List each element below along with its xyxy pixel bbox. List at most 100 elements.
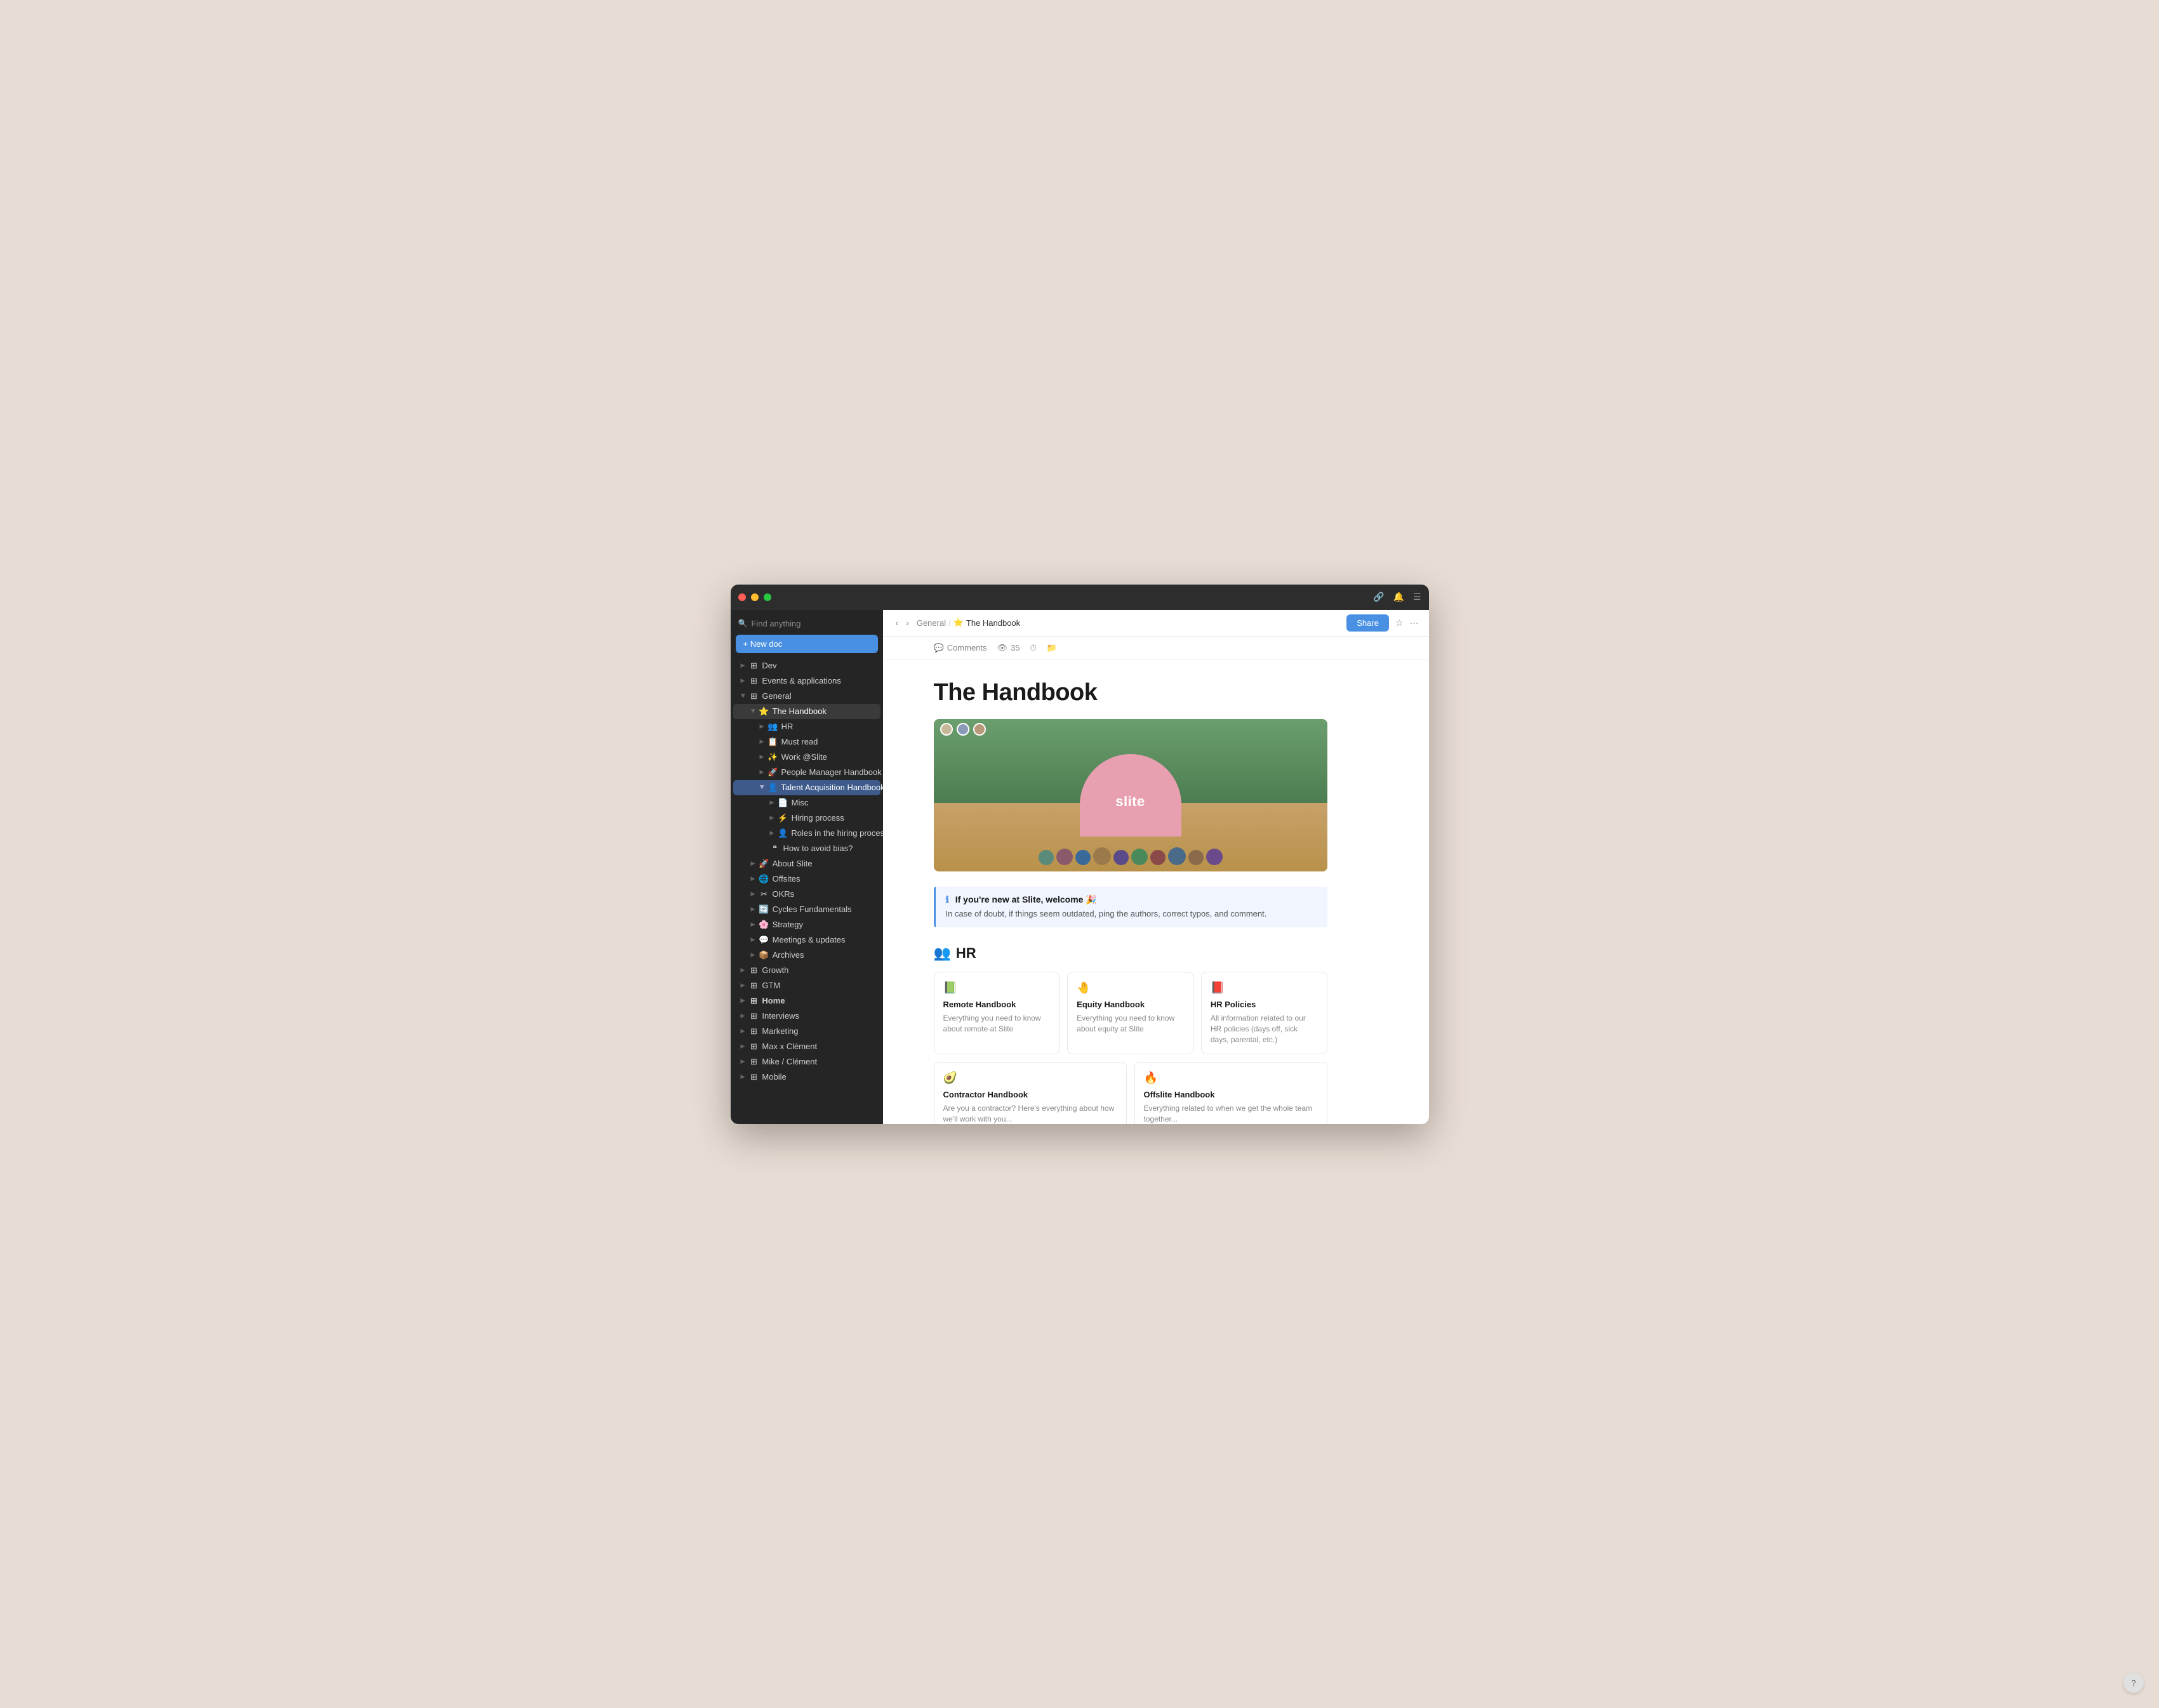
share-button[interactable]: Share xyxy=(1346,614,1389,632)
sidebar-item-home[interactable]: ▶ ⊞ Home xyxy=(733,993,880,1009)
sidebar-item-label: Strategy xyxy=(773,920,803,929)
sidebar-item-dev[interactable]: ▶ ⊞ Dev xyxy=(733,658,880,673)
sidebar-item-hiring-process[interactable]: ▶ ⚡ Hiring process xyxy=(733,811,880,826)
chevron-icon: ▶ xyxy=(760,753,764,760)
menu-icon[interactable]: ☰ xyxy=(1413,592,1421,602)
sidebar-item-people-manager[interactable]: ▶ 🚀 People Manager Handbook xyxy=(733,765,880,780)
chevron-icon: ▶ xyxy=(741,967,745,974)
sidebar-item-offsites[interactable]: ▶ 🌐 Offsites xyxy=(733,871,880,887)
card-hr-policies[interactable]: 📕 HR Policies All information related to… xyxy=(1201,972,1327,1054)
sidebar-item-label: People Manager Handbook xyxy=(781,767,881,777)
meetings-icon: 💬 xyxy=(759,935,769,945)
chevron-icon: ▶ xyxy=(741,1073,745,1080)
bell-icon[interactable]: 🔔 xyxy=(1393,592,1404,602)
sidebar-item-work-slite[interactable]: ▶ ✨ Work @Slite xyxy=(733,750,880,765)
info-box-title: ℹ If you're new at Slite, welcome 🎉 xyxy=(946,894,1317,905)
card-contractor-handbook[interactable]: 🥑 Contractor Handbook Are you a contract… xyxy=(934,1062,1127,1123)
card-remote-handbook[interactable]: 📗 Remote Handbook Everything you need to… xyxy=(934,972,1060,1054)
sidebar-item-roles-hiring[interactable]: ▶ 👤 Roles in the hiring process xyxy=(733,826,880,841)
top-avatar xyxy=(940,723,953,736)
handbook-icon: ⭐ xyxy=(759,706,769,717)
avatar xyxy=(1188,850,1204,865)
cards-grid-2: 🥑 Contractor Handbook Are you a contract… xyxy=(934,1062,1327,1123)
back-button[interactable]: ‹ xyxy=(893,616,901,629)
card-icon: 🥑 xyxy=(943,1071,1117,1085)
topbar-actions: Share ☆ ··· xyxy=(1346,614,1418,632)
sidebar-item-mobile[interactable]: ▶ ⊞ Mobile xyxy=(733,1069,880,1085)
slite-logo: slite xyxy=(1115,793,1145,810)
folder-icon: 📁 xyxy=(1047,643,1057,653)
avatar xyxy=(1039,850,1054,865)
avatar xyxy=(1075,850,1091,865)
sidebar-item-label: Talent Acquisition Handbook xyxy=(781,783,882,792)
sidebar-item-label: Events & applications xyxy=(762,676,840,685)
chevron-icon: ▶ xyxy=(758,785,765,790)
comments-meta[interactable]: 💬 Comments xyxy=(934,643,987,653)
views-meta[interactable]: 👁 35 xyxy=(997,643,1020,653)
sidebar-item-general[interactable]: ▶ ⊞ General xyxy=(733,689,880,704)
sidebar-item-archives[interactable]: ▶ 📦 Archives xyxy=(733,948,880,963)
chevron-icon: ▶ xyxy=(760,769,764,776)
sidebar-item-gtm[interactable]: ▶ ⊞ GTM xyxy=(733,978,880,993)
forward-button[interactable]: › xyxy=(903,616,912,629)
folder-meta[interactable]: 📁 xyxy=(1047,643,1057,653)
comments-label: Comments xyxy=(947,643,987,652)
sidebar-item-max-clement[interactable]: ▶ ⊞ Max x Clément xyxy=(733,1039,880,1054)
avatar xyxy=(1131,849,1148,865)
card-equity-handbook[interactable]: 🤚 Equity Handbook Everything you need to… xyxy=(1067,972,1193,1054)
card-icon: 🔥 xyxy=(1144,1071,1318,1085)
app-window: 🔗 🔔 ☰ 🔍 Find anything + New doc ▶ ⊞ Dev … xyxy=(731,585,1429,1124)
avatar xyxy=(1113,850,1129,865)
chevron-icon: ▶ xyxy=(770,830,774,837)
minimize-button[interactable] xyxy=(751,593,759,601)
sidebar-item-misc[interactable]: ▶ 📄 Misc xyxy=(733,795,880,811)
sidebar-item-hr[interactable]: ▶ 👥 HR xyxy=(733,719,880,734)
sidebar-item-label: Must read xyxy=(781,737,818,746)
about-icon: 🚀 xyxy=(759,859,769,869)
views-count: 35 xyxy=(1011,643,1020,652)
sidebar-item-mike[interactable]: ▶ ⊞ Mike / Clément xyxy=(733,1054,880,1069)
sidebar-item-label: Max x Clément xyxy=(762,1042,817,1051)
link-icon[interactable]: 🔗 xyxy=(1373,592,1384,602)
sidebar-item-about-slite[interactable]: ▶ 🚀 About Slite xyxy=(733,856,880,871)
sidebar-item-avoid-bias[interactable]: ❝ How to avoid bias? xyxy=(733,841,880,856)
sidebar-item-meetings[interactable]: ▶ 💬 Meetings & updates xyxy=(733,932,880,948)
sidebar-item-okrs[interactable]: ▶ ✂ OKRs xyxy=(733,887,880,902)
close-button[interactable] xyxy=(738,593,746,601)
chevron-icon: ▶ xyxy=(741,1012,745,1019)
sidebar-item-strategy[interactable]: ▶ 🌸 Strategy xyxy=(733,917,880,932)
offsites-icon: 🌐 xyxy=(759,874,769,884)
top-avatar xyxy=(973,723,986,736)
sidebar-item-must-read[interactable]: ▶ 📋 Must read xyxy=(733,734,880,750)
sidebar-item-label: About Slite xyxy=(773,859,813,868)
sidebar-item-cycles[interactable]: ▶ 🔄 Cycles Fundamentals xyxy=(733,902,880,917)
content-area: 💬 Comments 👁 35 ⏱ 📁 Th xyxy=(883,637,1429,1124)
more-icon[interactable]: ··· xyxy=(1410,618,1419,628)
sidebar-item-label: Archives xyxy=(773,950,804,960)
maximize-button[interactable] xyxy=(764,593,771,601)
sidebar-item-label: Home xyxy=(762,996,785,1005)
card-title: Contractor Handbook xyxy=(943,1090,1117,1099)
timer-meta[interactable]: ⏱ xyxy=(1030,643,1037,653)
avatar xyxy=(1150,850,1166,865)
card-desc: Everything you need to know about equity… xyxy=(1077,1013,1184,1035)
sidebar-item-events[interactable]: ▶ ⊞ Events & applications xyxy=(733,673,880,689)
card-offslite-handbook[interactable]: 🔥 Offslite Handbook Everything related t… xyxy=(1134,1062,1327,1123)
sidebar-item-the-handbook[interactable]: ▶ ⭐ The Handbook xyxy=(733,704,880,719)
roles-icon: 👤 xyxy=(778,828,788,838)
breadcrumb-separator: / xyxy=(948,618,951,628)
sidebar-item-talent-acquisition[interactable]: ▶ 👤 Talent Acquisition Handbook xyxy=(733,780,880,795)
star-icon[interactable]: ☆ xyxy=(1395,618,1404,628)
help-button[interactable]: ? xyxy=(2123,1672,2144,1693)
sidebar-item-label: Growth xyxy=(762,965,788,975)
sidebar-item-interviews[interactable]: ▶ ⊞ Interviews xyxy=(733,1009,880,1024)
card-icon: 📗 xyxy=(943,981,1051,995)
new-doc-button[interactable]: + New doc xyxy=(736,635,878,653)
chevron-icon: ▶ xyxy=(751,875,755,882)
search-bar[interactable]: 🔍 Find anything xyxy=(731,615,883,632)
sidebar-item-marketing[interactable]: ▶ ⊞ Marketing xyxy=(733,1024,880,1039)
hr-icon: 👥 xyxy=(767,722,778,732)
sidebar-item-growth[interactable]: ▶ ⊞ Growth xyxy=(733,963,880,978)
search-label: Find anything xyxy=(751,619,800,628)
breadcrumb-general[interactable]: General xyxy=(917,618,946,628)
